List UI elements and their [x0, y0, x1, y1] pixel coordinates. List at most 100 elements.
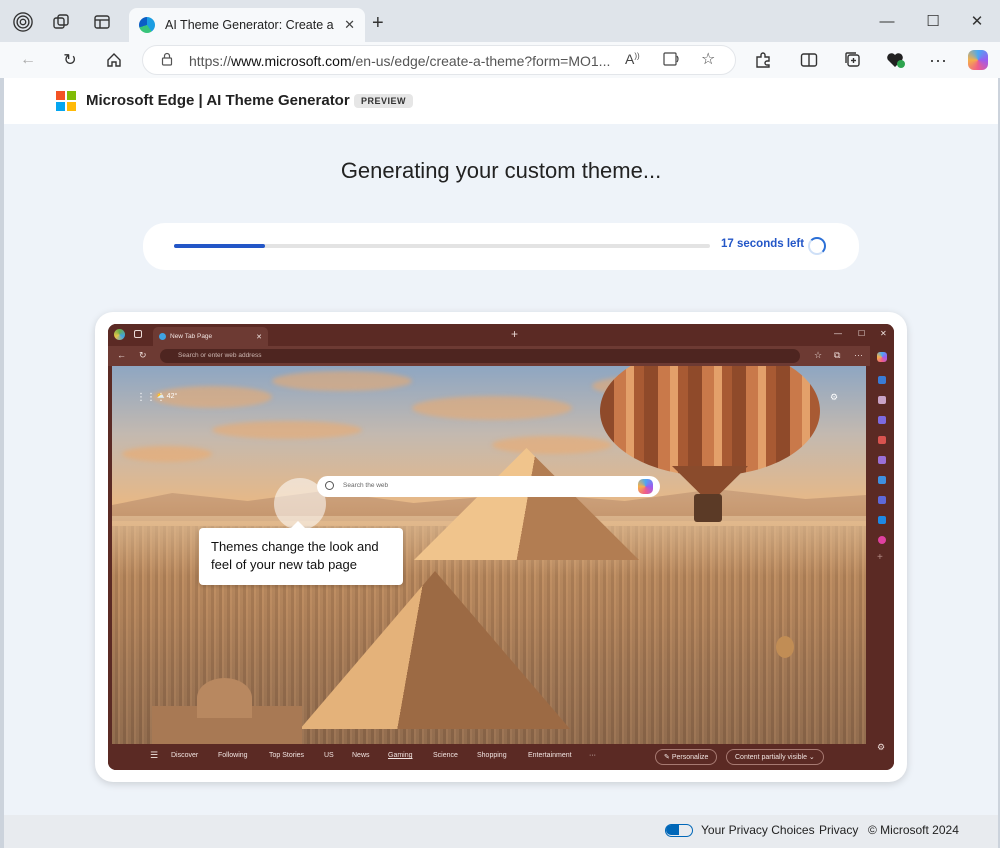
preview-back-icon: ←	[117, 350, 126, 360]
progress-card: 17 seconds left	[143, 223, 859, 270]
privacy-link[interactable]: Privacy	[819, 823, 858, 837]
small-balloon	[776, 636, 794, 658]
feed-item: Entertainment	[528, 752, 572, 759]
feed-item: Shopping	[477, 752, 507, 759]
preview-games-icon	[878, 456, 886, 464]
preview-menu-icon: ☰	[150, 750, 159, 760]
tab-title: AI Theme Generator: Create a Cu	[165, 18, 335, 32]
tab-close-icon[interactable]: ✕	[344, 17, 355, 33]
preview-tools-icon	[878, 416, 886, 424]
lock-icon[interactable]	[161, 52, 173, 69]
maximize-button[interactable]: ☐	[910, 8, 956, 34]
preview-messenger-icon	[878, 536, 886, 544]
preview-minimize-icon: —	[834, 329, 842, 338]
feed-more: ···	[589, 752, 596, 759]
theme-preview-frame: New Tab Page ✕ + — ☐ ✕ ← ↻ Search or ent…	[95, 312, 907, 782]
browser-essentials-icon[interactable]	[885, 49, 907, 71]
active-tab[interactable]: AI Theme Generator: Create a Cu ✕	[129, 8, 365, 42]
feed-item: Discover	[171, 752, 199, 759]
balloon-basket	[694, 494, 722, 522]
site-footer: Your Privacy Choices Privacy © Microsoft…	[4, 815, 998, 848]
cloud	[212, 421, 362, 439]
workspaces-icon[interactable]	[51, 12, 71, 32]
address-bar[interactable]: https://www.microsoft.com/en-us/edge/cre…	[142, 45, 736, 75]
preview-personalize-button: ✎ Personalize	[655, 749, 718, 765]
preview-close-icon: ✕	[880, 329, 887, 338]
back-icon[interactable]: ←	[17, 49, 39, 71]
feed-item: News	[352, 752, 370, 759]
preview-search-sidebar-icon	[878, 396, 886, 404]
minimize-button[interactable]: —	[864, 8, 910, 34]
preview-collections-icon: ⧉	[834, 350, 841, 360]
preview-feed-bar: ☰ Discover Following Top Stories US News…	[108, 744, 870, 770]
preview-shopping-icon	[878, 436, 886, 444]
preview-address-bar: Search or enter web address	[160, 349, 800, 363]
cloud	[412, 396, 572, 420]
feed-item-active: Gaming	[388, 752, 413, 759]
preview-weather: ⛅ 42°	[156, 393, 178, 400]
cloud	[272, 371, 412, 391]
preview-add-icon: +	[877, 552, 883, 563]
preview-refresh-icon: ↻	[139, 350, 147, 360]
preview-tab-actions-icon	[134, 330, 142, 338]
preview-search-icon	[325, 481, 334, 490]
collections-icon[interactable]	[842, 49, 864, 71]
tab-actions-icon[interactable]	[92, 12, 112, 32]
feed-item: US	[324, 752, 334, 759]
feed-item: Top Stories	[269, 752, 305, 759]
progress-track	[174, 244, 710, 248]
preview-office-icon	[878, 496, 886, 504]
extensions-icon[interactable]	[752, 49, 774, 71]
preview-settings-icon: ⚙	[877, 742, 886, 752]
page-content: Microsoft Edge | AI Theme Generator PREV…	[4, 78, 998, 848]
new-tab-button[interactable]: +	[372, 12, 384, 35]
preview-badge: PREVIEW	[354, 94, 414, 108]
home-icon[interactable]	[103, 49, 125, 71]
profile-icon[interactable]	[13, 12, 33, 32]
url-text[interactable]: https://www.microsoft.com/en-us/edge/cre…	[189, 53, 619, 69]
progress-fill	[174, 244, 266, 248]
close-window-button[interactable]: ✕	[954, 8, 1000, 34]
title-bar: AI Theme Generator: Create a Cu ✕ + — ☐ …	[0, 0, 1000, 42]
site-title[interactable]: Microsoft Edge | AI Theme Generator	[86, 92, 350, 109]
preview-page-settings-icon: ⚙	[830, 392, 839, 402]
browser-toolbar: ← ↻ https://www.microsoft.com/en-us/edge…	[0, 42, 1000, 78]
microsoft-logo-icon[interactable]	[56, 91, 76, 111]
preview-toolbar: ← ↻ Search or enter web address ☆ ⧉ ···	[108, 346, 894, 366]
preview-search-placeholder: Search the web	[343, 482, 389, 489]
favorite-star-icon[interactable]: ☆	[701, 49, 715, 69]
preview-edge-icon	[159, 333, 166, 340]
feed-item: Following	[218, 752, 248, 759]
split-screen-icon[interactable]	[798, 49, 820, 71]
copyright: © Microsoft 2024	[868, 823, 959, 837]
privacy-choices-icon[interactable]	[665, 824, 693, 837]
preview-browser: New Tab Page ✕ + — ☐ ✕ ← ↻ Search or ent…	[108, 324, 894, 770]
cloud	[492, 436, 612, 454]
dome	[197, 678, 252, 718]
preview-search-copilot-icon	[638, 479, 653, 494]
preview-sidebar: + ⚙	[870, 346, 894, 770]
privacy-choices-link[interactable]: Your Privacy Choices	[701, 823, 815, 837]
preview-star-icon: ☆	[814, 350, 823, 360]
copilot-icon[interactable]	[967, 49, 989, 71]
preview-sidebar-icon	[878, 376, 886, 384]
feed-item: Science	[433, 752, 458, 759]
refresh-icon[interactable]: ↻	[59, 49, 81, 71]
preview-more-icon: ···	[854, 350, 863, 360]
preview-new-tab-page: ⋮⋮⋮ ⛅ 42° ⚙ Search the web Themes change…	[112, 366, 866, 744]
theme-tooltip: Themes change the look and feel of your …	[199, 521, 403, 585]
preview-copilot-icon	[877, 352, 887, 362]
cloud	[122, 446, 212, 462]
immersive-reader-icon[interactable]	[663, 51, 681, 70]
preview-content-visibility: Content partially visible ⌄	[726, 749, 824, 765]
preview-profile-icon	[114, 329, 125, 340]
preview-new-tab-icon: +	[511, 327, 519, 341]
read-aloud-icon[interactable]: A))	[625, 51, 640, 67]
more-options-icon[interactable]: ···	[927, 49, 949, 71]
hot-air-balloon	[600, 366, 820, 476]
loading-spinner-icon	[808, 237, 826, 255]
preview-tab-close-icon: ✕	[256, 333, 262, 341]
preview-tab-title: New Tab Page	[170, 333, 213, 340]
time-remaining: 17 seconds left	[721, 238, 805, 250]
preview-maximize-icon: ☐	[858, 329, 866, 338]
